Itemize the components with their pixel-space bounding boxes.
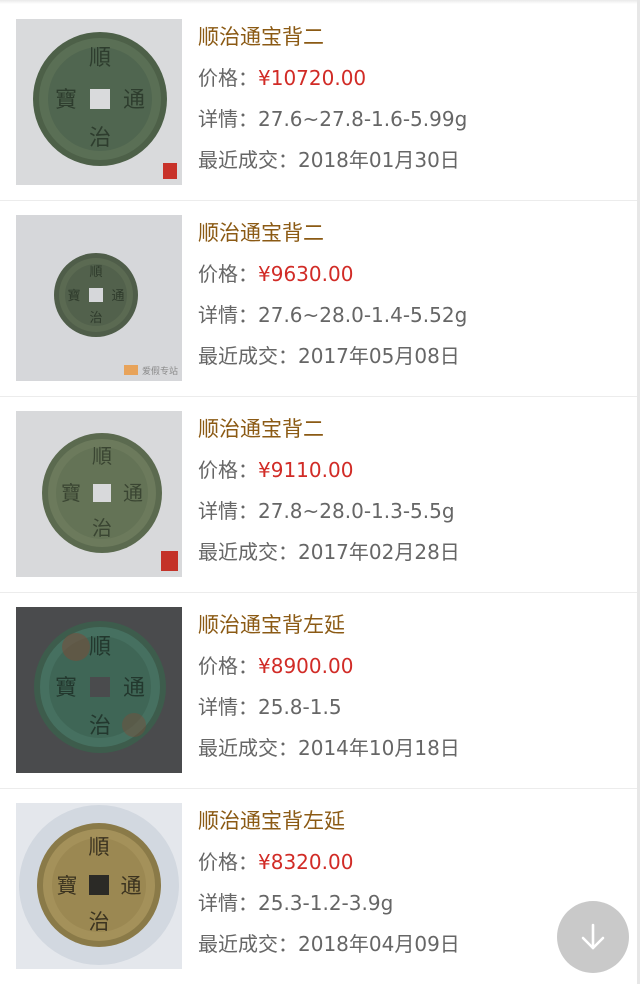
coin-char-top: 順 — [89, 46, 111, 71]
coin-char-bottom: 治 — [89, 126, 111, 151]
coin-char-left: 寶 — [67, 288, 80, 304]
list-item[interactable]: 順 治 寶 通 顺治通宝背二 价格：¥10720.00 详情：27.6~27.8… — [0, 5, 640, 201]
list-item[interactable]: 順 治 寶 通 爱假专站 顺治通宝背二 价格：¥9630.00 详情：27.6~… — [0, 201, 640, 397]
seal-stamp — [163, 163, 177, 179]
item-title[interactable]: 顺治通宝背左延 — [198, 613, 630, 637]
coin-char-right: 通 — [111, 289, 124, 304]
price-value: ¥9630.00 — [258, 262, 354, 286]
price-row: 价格：¥8320.00 — [198, 850, 630, 874]
detail-label: 详情： — [198, 303, 258, 327]
price-row: 价格：¥9110.00 — [198, 458, 630, 482]
detail-label: 详情： — [198, 891, 258, 915]
list-item[interactable]: 順 治 寶 通 顺治通宝背左延 价格：¥8900.00 详情：25.8-1.5 … — [0, 593, 640, 789]
coin-thumbnail[interactable]: 順 治 寶 通 — [16, 19, 182, 185]
date-label: 最近成交： — [198, 736, 298, 760]
top-edge — [0, 0, 640, 4]
results-page: 順 治 寶 通 顺治通宝背二 价格：¥10720.00 详情：27.6~27.8… — [0, 0, 640, 984]
coin-char-left: 寶 — [57, 874, 78, 898]
coin-image: 順 治 寶 通 — [16, 607, 182, 773]
coin-thumbnail[interactable]: 順 治 寶 通 — [16, 411, 182, 577]
coin-char-bottom: 治 — [92, 516, 112, 540]
detail-value: 27.6~28.0-1.4-5.52g — [258, 303, 468, 327]
date-row: 最近成交：2014年10月18日 — [198, 736, 630, 760]
price-row: 价格：¥10720.00 — [198, 66, 630, 90]
coin-image: 順 治 寶 通 — [16, 19, 182, 185]
watermark-text: 爱假专站 — [142, 365, 178, 377]
detail-value: 27.8~28.0-1.3-5.5g — [258, 499, 455, 523]
detail-row: 详情：27.6~28.0-1.4-5.52g — [198, 303, 630, 327]
item-title[interactable]: 顺治通宝背左延 — [198, 809, 630, 833]
item-title[interactable]: 顺治通宝背二 — [198, 417, 630, 441]
coin-char-top: 順 — [89, 265, 102, 280]
price-value: ¥8900.00 — [258, 654, 354, 678]
coin-image: 順 治 寶 通 爱假专站 — [16, 215, 182, 381]
date-value: 2017年05月08日 — [298, 344, 460, 368]
seal-stamp — [161, 551, 178, 571]
item-info: 顺治通宝背二 价格：¥9630.00 详情：27.6~28.0-1.4-5.52… — [198, 221, 630, 368]
arrow-down-icon — [581, 923, 605, 950]
watermark-logo — [124, 365, 138, 375]
coin-char-top: 順 — [92, 444, 112, 468]
coin-thumbnail[interactable]: 順 治 寶 通 — [16, 607, 182, 773]
coin-char-left: 寶 — [55, 676, 77, 701]
date-label: 最近成交： — [198, 540, 298, 564]
date-label: 最近成交： — [198, 932, 298, 956]
list-item[interactable]: 順 治 寶 通 顺治通宝背左延 价格：¥8320.00 详情：25.3-1.2-… — [0, 789, 640, 984]
date-value: 2017年02月28日 — [298, 540, 460, 564]
date-label: 最近成交： — [198, 148, 298, 172]
detail-row: 详情：27.6~27.8-1.6-5.99g — [198, 107, 630, 131]
price-row: 价格：¥9630.00 — [198, 262, 630, 286]
coin-list: 順 治 寶 通 顺治通宝背二 价格：¥10720.00 详情：27.6~27.8… — [0, 5, 640, 984]
list-item[interactable]: 順 治 寶 通 顺治通宝背二 价格：¥9110.00 详情：27.8~28.0-… — [0, 397, 640, 593]
price-label: 价格： — [198, 654, 258, 678]
date-value: 2014年10月18日 — [298, 736, 460, 760]
price-row: 价格：¥8900.00 — [198, 654, 630, 678]
price-value: ¥10720.00 — [258, 66, 367, 90]
coin-char-right: 通 — [123, 88, 145, 113]
item-title[interactable]: 顺治通宝背二 — [198, 25, 630, 49]
coin-char-left: 寶 — [55, 88, 77, 113]
coin-char-right: 通 — [123, 481, 143, 505]
price-label: 价格： — [198, 66, 258, 90]
coin-thumbnail[interactable]: 順 治 寶 通 — [16, 803, 182, 969]
detail-value: 25.8-1.5 — [258, 695, 342, 719]
coin-char-bottom: 治 — [89, 311, 102, 326]
coin-image: 順 治 寶 通 — [16, 411, 182, 577]
date-value: 2018年04月09日 — [298, 932, 460, 956]
coin-char-bottom: 治 — [89, 714, 111, 739]
item-title[interactable]: 顺治通宝背二 — [198, 221, 630, 245]
detail-row: 详情：25.3-1.2-3.9g — [198, 891, 630, 915]
item-info: 顺治通宝背左延 价格：¥8900.00 详情：25.8-1.5 最近成交：201… — [198, 613, 630, 760]
date-row: 最近成交：2017年05月08日 — [198, 344, 630, 368]
date-row: 最近成交：2017年02月28日 — [198, 540, 630, 564]
coin-thumbnail[interactable]: 順 治 寶 通 爱假专站 — [16, 215, 182, 381]
price-value: ¥8320.00 — [258, 850, 354, 874]
coin-char-right: 通 — [121, 874, 142, 898]
coin-image: 順 治 寶 通 — [16, 803, 182, 969]
date-value: 2018年01月30日 — [298, 148, 460, 172]
coin-char-bottom: 治 — [89, 910, 110, 934]
detail-label: 详情： — [198, 499, 258, 523]
price-label: 价格： — [198, 850, 258, 874]
detail-label: 详情： — [198, 695, 258, 719]
detail-row: 详情：27.8~28.0-1.3-5.5g — [198, 499, 630, 523]
price-label: 价格： — [198, 262, 258, 286]
detail-label: 详情： — [198, 107, 258, 131]
price-value: ¥9110.00 — [258, 458, 354, 482]
coin-char-top: 順 — [89, 835, 110, 859]
coin-char-right: 通 — [123, 676, 145, 701]
date-label: 最近成交： — [198, 344, 298, 368]
item-info: 顺治通宝背二 价格：¥9110.00 详情：27.8~28.0-1.3-5.5g… — [198, 417, 630, 564]
item-info: 顺治通宝背二 价格：¥10720.00 详情：27.6~27.8-1.6-5.9… — [198, 25, 630, 172]
detail-row: 详情：25.8-1.5 — [198, 695, 630, 719]
detail-value: 27.6~27.8-1.6-5.99g — [258, 107, 468, 131]
detail-value: 25.3-1.2-3.9g — [258, 891, 394, 915]
coin-char-top: 順 — [89, 635, 111, 660]
scroll-down-button[interactable] — [557, 901, 629, 973]
date-row: 最近成交：2018年01月30日 — [198, 148, 630, 172]
price-label: 价格： — [198, 458, 258, 482]
coin-char-left: 寶 — [61, 481, 81, 505]
